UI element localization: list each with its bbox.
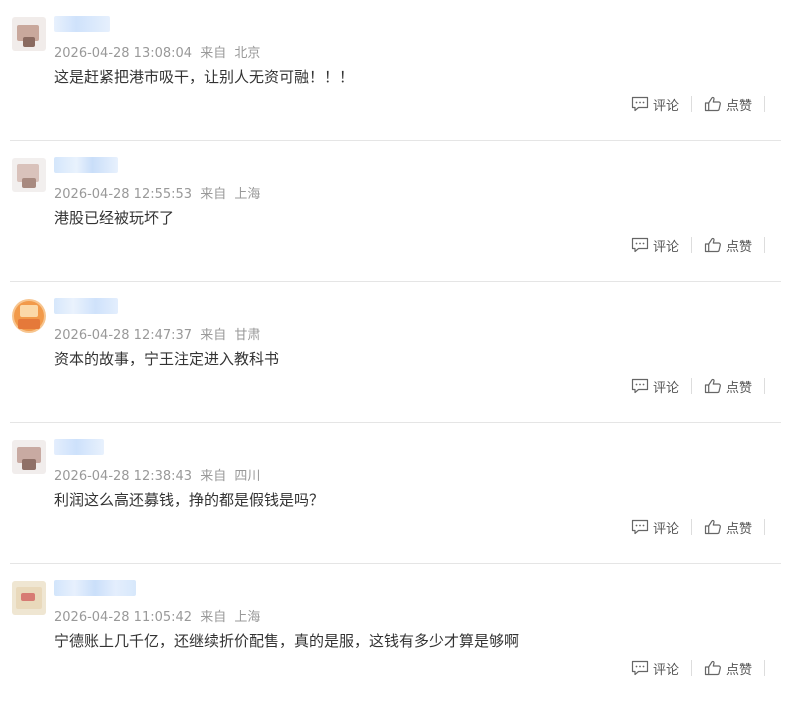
avatar[interactable]	[12, 440, 46, 474]
comment-content: 这是赶紧把港市吸干，让别人无资可融！！！	[54, 68, 355, 86]
comment-item: 2026-04-28 11:05:42 来自 上海 宁德账上几千亿，还继续折价配…	[10, 564, 781, 705]
comment-icon	[631, 660, 649, 676]
comment-item: 2026-04-28 13:08:04 来自 北京 这是赶紧把港市吸干，让别人无…	[10, 0, 781, 141]
action-divider	[764, 519, 765, 535]
action-divider	[764, 96, 765, 112]
comment-list: 2026-04-28 13:08:04 来自 北京 这是赶紧把港市吸干，让别人无…	[10, 0, 781, 705]
comment-actions: 评论 点赞	[631, 659, 765, 678]
comment-time: 2026-04-28 12:47:37	[54, 328, 193, 343]
comment-actions: 评论 点赞	[631, 236, 765, 255]
reply-button[interactable]: 评论	[631, 518, 679, 537]
thumbs-up-icon	[704, 660, 721, 676]
reply-button[interactable]: 评论	[631, 377, 679, 396]
comment-meta: 2026-04-28 11:05:42 来自 上海	[54, 606, 260, 625]
comment-location: 四川	[234, 469, 261, 484]
comment-content: 港股已经被玩坏了	[54, 209, 175, 227]
like-button[interactable]: 点赞	[704, 95, 752, 114]
comment-time: 2026-04-28 13:08:04	[54, 46, 193, 61]
action-divider	[764, 660, 765, 676]
action-divider	[690, 660, 692, 676]
avatar[interactable]	[12, 299, 46, 333]
thumbs-up-icon	[704, 96, 721, 112]
like-button[interactable]: 点赞	[704, 236, 752, 255]
reply-label: 评论	[652, 239, 679, 255]
comment-location: 上海	[234, 187, 261, 202]
comment-from-label: 来自	[200, 610, 227, 625]
comment-item: 2026-04-28 12:38:43 来自 四川 利润这么高还募钱，挣的都是假…	[10, 423, 781, 564]
comment-from-label: 来自	[200, 187, 227, 202]
comment-meta: 2026-04-28 12:38:43 来自 四川	[54, 465, 260, 484]
comment-icon	[631, 237, 649, 253]
thumbs-up-icon	[704, 378, 721, 394]
comment-icon	[631, 96, 649, 112]
comment-meta: 2026-04-28 12:47:37 来自 甘肃	[54, 324, 260, 343]
comment-icon	[631, 519, 649, 535]
action-divider	[690, 96, 692, 112]
comment-icon	[631, 378, 649, 394]
comment-meta: 2026-04-28 13:08:04 来自 北京	[54, 42, 260, 61]
username-blurred[interactable]	[54, 580, 136, 596]
comment-location: 上海	[234, 610, 261, 625]
reply-button[interactable]: 评论	[631, 236, 679, 255]
comment-from-label: 来自	[200, 328, 227, 343]
avatar[interactable]	[12, 158, 46, 192]
reply-label: 评论	[652, 98, 679, 114]
reply-label: 评论	[652, 662, 679, 678]
comment-time: 2026-04-28 11:05:42	[54, 610, 193, 625]
action-divider	[764, 378, 765, 394]
action-divider	[690, 519, 692, 535]
like-label: 点赞	[725, 380, 752, 396]
reply-button[interactable]: 评论	[631, 659, 679, 678]
comment-item: 2026-04-28 12:47:37 来自 甘肃 资本的故事，宁王注定进入教科…	[10, 282, 781, 423]
comment-time: 2026-04-28 12:38:43	[54, 469, 193, 484]
action-divider	[764, 237, 765, 253]
thumbs-up-icon	[704, 237, 721, 253]
avatar[interactable]	[12, 581, 46, 615]
action-divider	[690, 237, 692, 253]
username-blurred[interactable]	[54, 157, 118, 173]
username-blurred[interactable]	[54, 16, 110, 32]
reply-label: 评论	[652, 521, 679, 537]
like-label: 点赞	[725, 98, 752, 114]
comment-actions: 评论 点赞	[631, 377, 765, 396]
comment-from-label: 来自	[200, 469, 227, 484]
like-label: 点赞	[725, 662, 752, 678]
avatar[interactable]	[12, 17, 46, 51]
comment-actions: 评论 点赞	[631, 518, 765, 537]
comment-from-label: 来自	[200, 46, 227, 61]
action-divider	[690, 378, 692, 394]
username-blurred[interactable]	[54, 439, 104, 455]
comment-meta: 2026-04-28 12:55:53 来自 上海	[54, 183, 260, 202]
like-button[interactable]: 点赞	[704, 377, 752, 396]
comment-content: 资本的故事，宁王注定进入教科书	[54, 350, 280, 368]
comment-actions: 评论 点赞	[631, 95, 765, 114]
like-button[interactable]: 点赞	[704, 518, 752, 537]
reply-label: 评论	[652, 380, 679, 396]
comment-item: 2026-04-28 12:55:53 来自 上海 港股已经被玩坏了 评论 点赞	[10, 141, 781, 282]
like-label: 点赞	[725, 239, 752, 255]
comment-location: 北京	[234, 46, 261, 61]
comment-content: 宁德账上几千亿，还继续折价配售，真的是服，这钱有多少才算是够啊	[54, 632, 520, 650]
comment-content: 利润这么高还募钱，挣的都是假钱是吗？	[54, 491, 325, 509]
comment-location: 甘肃	[234, 328, 261, 343]
comment-time: 2026-04-28 12:55:53	[54, 187, 193, 202]
thumbs-up-icon	[704, 519, 721, 535]
username-blurred[interactable]	[54, 298, 118, 314]
like-label: 点赞	[725, 521, 752, 537]
like-button[interactable]: 点赞	[704, 659, 752, 678]
reply-button[interactable]: 评论	[631, 95, 679, 114]
